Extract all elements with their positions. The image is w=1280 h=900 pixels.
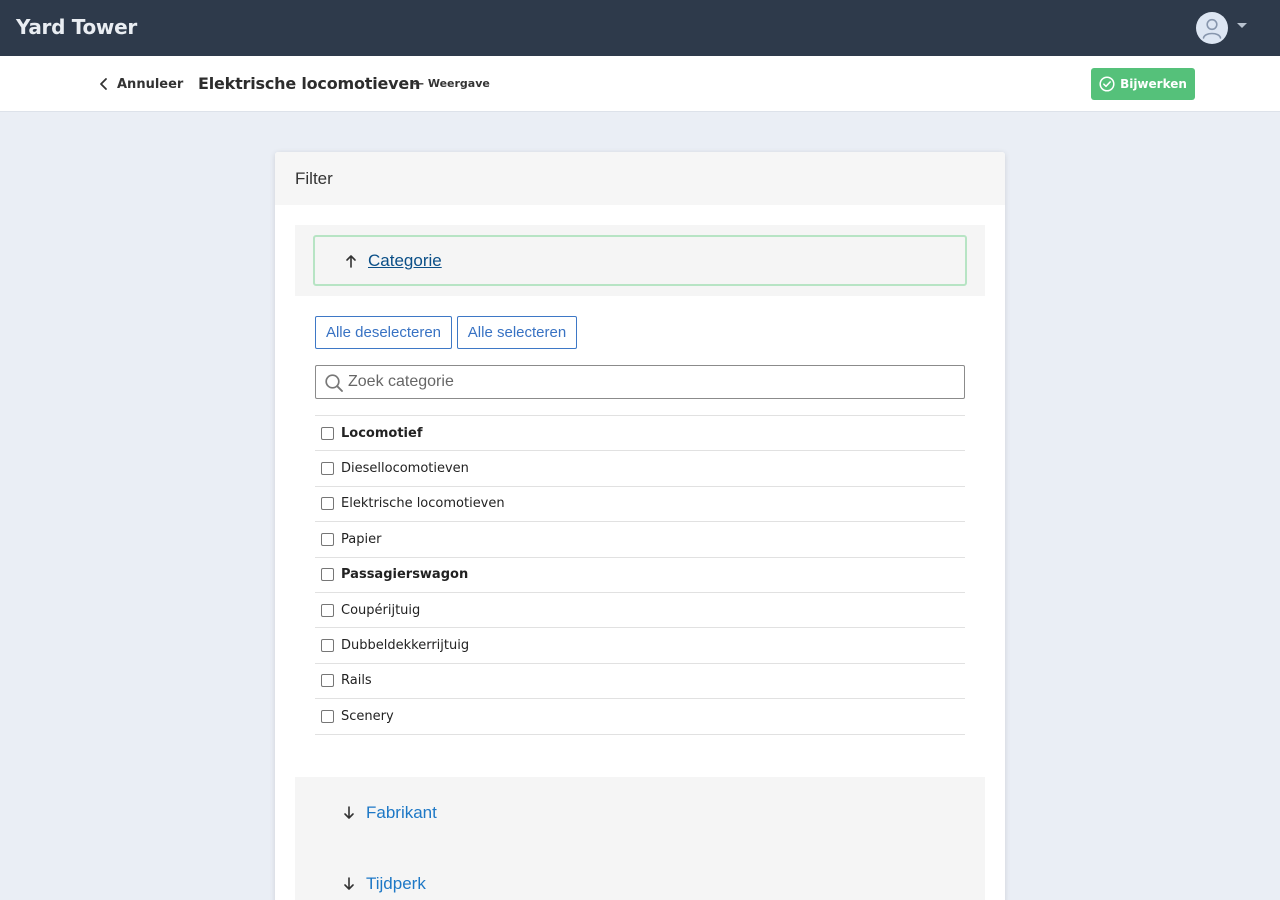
update-button[interactable]: Bijwerken [1091,68,1195,100]
page-subtitle: — Weergave [413,77,490,90]
category-checkbox[interactable] [321,603,334,617]
category-item-label: Papier [341,531,382,547]
category-checkbox[interactable] [321,568,334,582]
category-list: Locomotief Diesellocomotieven Elektrische … [315,415,965,735]
category-item-label: Coupérijtuig [341,602,421,618]
chevron-left-icon [100,78,107,90]
select-all-button[interactable]: Alle selecteren [457,316,577,349]
user-icon [1202,18,1222,39]
category-item-label: Dubbeldekkerrijtuig [341,638,470,654]
manufacturer-label[interactable]: Fabrikant [366,803,437,823]
action-bar: Annuleer Elektrische locomotieven — Weer… [0,56,1280,112]
check-circle-icon [1099,76,1115,92]
category-list-item[interactable]: Scenery [315,699,965,735]
category-item-label: Passagierswagon [341,567,469,583]
arrow-up-icon [346,255,356,268]
era-label[interactable]: Tijdperk [366,874,426,894]
era-toggle[interactable]: Tijdperk [343,872,426,896]
category-item-label: Diesellocomotieven [341,461,469,477]
category-checkbox[interactable] [321,532,334,546]
filter-card: Filter Categorie Alle deselecteren Alle … [275,152,1005,900]
cancel-link[interactable]: Annuleer [96,75,183,93]
deselect-all-button[interactable]: Alle deselecteren [315,316,452,349]
avatar[interactable] [1196,12,1228,44]
category-checkbox[interactable] [321,709,334,723]
category-search [315,365,965,399]
category-search-input[interactable] [348,366,958,398]
filter-title: Filter [295,169,333,188]
category-item-label: Scenery [341,708,394,724]
category-list-item[interactable]: Locomotief [315,416,965,452]
category-checkbox[interactable] [321,426,334,440]
category-toggle[interactable]: Categorie [313,235,967,286]
app-brand[interactable]: Yard Tower [16,15,137,39]
arrow-down-icon [344,806,354,819]
category-checkbox[interactable] [321,639,334,653]
category-checkbox[interactable] [321,674,334,688]
category-list-item[interactable]: Diesellocomotieven [315,451,965,487]
category-list-item[interactable]: Papier [315,522,965,558]
manufacturer-toggle[interactable]: Fabrikant [343,801,437,825]
category-panel: Categorie [295,225,985,296]
category-label[interactable]: Categorie [368,251,442,271]
user-menu[interactable] [1194,11,1250,45]
category-item-label: Rails [341,673,372,689]
collapsed-filters-panel: Fabrikant Tijdperk [295,777,985,900]
category-checkbox[interactable] [321,497,334,511]
category-item-label: Locomotief [341,425,423,441]
top-navbar: Yard Tower [0,0,1280,56]
category-list-item[interactable]: Coupérijtuig [315,593,965,629]
category-item-label: Elektrische locomotieven [341,496,505,512]
arrow-down-icon [344,877,354,890]
category-list-item[interactable]: Rails [315,664,965,700]
update-label: Bijwerken [1120,77,1187,91]
cancel-label: Annuleer [117,76,184,92]
filter-card-header: Filter [275,152,1005,205]
page-title: Elektrische locomotieven [198,74,421,93]
category-list-item[interactable]: Elektrische locomotieven [315,487,965,523]
caret-down-icon[interactable] [1237,23,1247,28]
category-list-item[interactable]: Passagierswagon [315,558,965,593]
category-checkbox[interactable] [321,462,334,476]
category-list-item[interactable]: Dubbeldekkerrijtuig [315,628,965,664]
search-icon [325,374,343,392]
